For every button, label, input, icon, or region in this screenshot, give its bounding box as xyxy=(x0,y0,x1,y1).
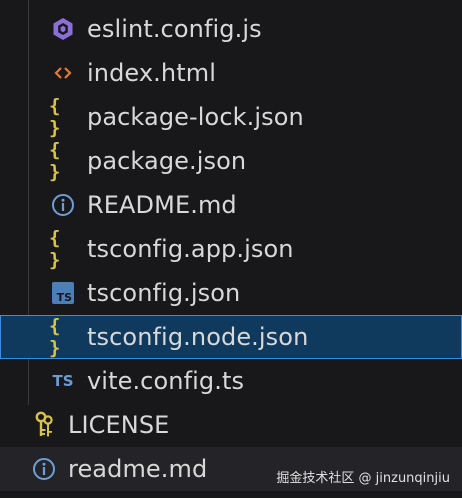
tsconfig-icon: TS xyxy=(49,279,77,307)
json-braces-glyph: { } xyxy=(49,95,62,139)
file-explorer: eslint.config.js index.html { } package-… xyxy=(0,0,462,498)
json-braces-glyph: { } xyxy=(49,227,62,271)
file-name: vite.config.ts xyxy=(87,367,245,395)
file-name: README.md xyxy=(87,191,237,219)
file-name: tsconfig.app.json xyxy=(87,235,294,263)
file-item-tsconfig-app-json[interactable]: { } tsconfig.app.json xyxy=(0,227,462,271)
json-icon: { } xyxy=(49,315,77,359)
file-item-tsconfig-json[interactable]: TS tsconfig.json xyxy=(0,271,462,315)
license-key-icon xyxy=(30,411,58,439)
file-item-package-lock-json[interactable]: { } package-lock.json xyxy=(0,95,462,139)
info-icon xyxy=(49,191,77,219)
json-icon: { } xyxy=(49,139,77,183)
file-item-index-html[interactable]: index.html xyxy=(0,51,462,95)
typescript-glyph: TS xyxy=(52,372,74,390)
file-item-license[interactable]: LICENSE xyxy=(0,403,462,447)
file-name: LICENSE xyxy=(68,411,170,439)
json-braces-glyph: { } xyxy=(49,315,62,359)
info-icon xyxy=(30,455,58,483)
file-name: tsconfig.node.json xyxy=(87,323,309,351)
file-name: package.json xyxy=(87,147,247,175)
html-icon xyxy=(49,59,77,87)
file-name: package-lock.json xyxy=(87,103,304,131)
eslint-icon xyxy=(49,15,77,43)
typescript-icon: TS xyxy=(49,367,77,395)
file-name: eslint.config.js xyxy=(87,15,262,43)
json-icon: { } xyxy=(49,95,77,139)
file-item-vite-config-ts[interactable]: TS vite.config.ts xyxy=(0,359,462,403)
file-name: index.html xyxy=(87,59,216,87)
tsconfig-glyph: TS xyxy=(56,291,72,304)
file-name: readme.md xyxy=(68,455,208,483)
json-braces-glyph: { } xyxy=(49,139,62,183)
json-icon: { } xyxy=(49,227,77,271)
file-item-package-json[interactable]: { } package.json xyxy=(0,139,462,183)
file-item-tsconfig-node-json[interactable]: { } tsconfig.node.json xyxy=(0,315,462,359)
file-item-eslint-config[interactable]: eslint.config.js xyxy=(0,7,462,51)
file-name: tsconfig.json xyxy=(87,279,241,307)
watermark: 掘金技术社区 @ jinzunqinjiu xyxy=(276,471,450,486)
file-item-readme-md[interactable]: README.md xyxy=(0,183,462,227)
tsconfig-box: TS xyxy=(52,282,74,304)
